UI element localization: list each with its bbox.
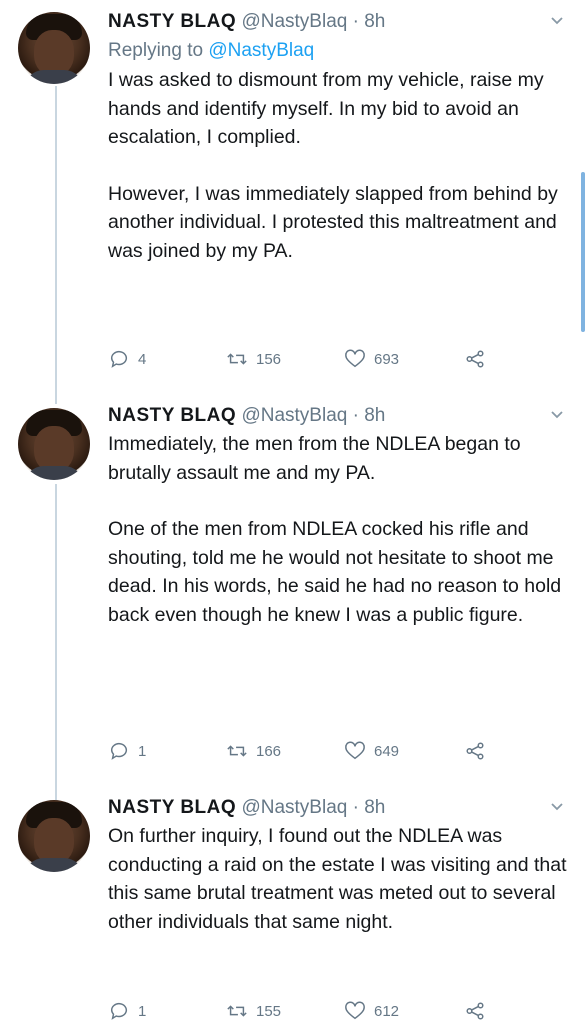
tweet-actions: 1 155 612 bbox=[108, 1000, 508, 1024]
display-name[interactable]: NASTY BLAQ bbox=[108, 797, 236, 818]
thread-line bbox=[55, 484, 57, 800]
avatar[interactable] bbox=[18, 800, 90, 872]
thread-line bbox=[55, 86, 57, 404]
tweet-paragraph: One of the men from NDLEA cocked his rif… bbox=[108, 518, 562, 626]
replying-prefix: Replying to bbox=[108, 40, 204, 61]
like-count: 693 bbox=[374, 350, 400, 368]
reply-button[interactable]: 4 bbox=[108, 348, 146, 370]
retweet-icon bbox=[227, 353, 247, 365]
display-name[interactable]: NASTY BLAQ bbox=[108, 405, 236, 426]
retweet-icon bbox=[227, 745, 247, 757]
reply-count: 1 bbox=[138, 1002, 147, 1020]
like-count: 612 bbox=[374, 1002, 400, 1020]
user-handle[interactable]: @NastyBlaq bbox=[241, 11, 347, 32]
chevron-down-icon[interactable] bbox=[549, 12, 565, 28]
timestamp[interactable]: · 8h bbox=[353, 11, 386, 32]
like-icon bbox=[345, 741, 365, 760]
replying-to: Replying to @NastyBlaq bbox=[108, 38, 571, 64]
retweet-count: 156 bbox=[256, 350, 282, 368]
reply-icon bbox=[110, 742, 127, 760]
chevron-down-icon[interactable] bbox=[549, 798, 565, 814]
tweet-paragraph: However, I was immediately slapped from … bbox=[108, 182, 558, 262]
like-button[interactable]: 649 bbox=[344, 740, 399, 762]
display-name[interactable]: NASTY BLAQ bbox=[108, 11, 236, 32]
reply-button[interactable]: 1 bbox=[108, 1000, 146, 1022]
tweet-header: NASTY BLAQ @NastyBlaq · 8h bbox=[108, 10, 571, 34]
retweet-button[interactable]: 156 bbox=[226, 348, 281, 370]
tweet-actions: 4 156 693 bbox=[108, 348, 508, 372]
tweet-header: NASTY BLAQ @NastyBlaq · 8h bbox=[108, 796, 571, 820]
tweet-paragraph: Immediately, the men from the NDLEA bega… bbox=[108, 433, 521, 484]
share-button[interactable] bbox=[464, 1000, 486, 1022]
reply-count: 4 bbox=[138, 350, 147, 368]
like-icon bbox=[345, 1001, 365, 1020]
reply-icon bbox=[110, 1002, 127, 1020]
avatar[interactable] bbox=[18, 12, 90, 84]
tweet-text: On further inquiry, I found out the NDLE… bbox=[108, 822, 571, 936]
tweet-actions: 1 166 649 bbox=[108, 740, 508, 764]
scrollbar[interactable] bbox=[581, 172, 585, 332]
timestamp[interactable]: · 8h bbox=[353, 797, 386, 818]
retweet-count: 155 bbox=[256, 1002, 282, 1020]
tweet-header: NASTY BLAQ @NastyBlaq · 8h bbox=[108, 404, 571, 428]
share-icon bbox=[466, 1002, 484, 1020]
tweet-paragraph: On further inquiry, I found out the NDLE… bbox=[108, 825, 567, 933]
retweet-icon bbox=[227, 1005, 247, 1017]
reply-icon bbox=[110, 350, 127, 368]
retweet-button[interactable]: 166 bbox=[226, 740, 281, 762]
user-handle[interactable]: @NastyBlaq bbox=[241, 405, 347, 426]
like-count: 649 bbox=[374, 742, 400, 760]
tweet-text: I was asked to dismount from my vehicle,… bbox=[108, 66, 571, 265]
tweet-paragraph: I was asked to dismount from my vehicle,… bbox=[108, 69, 544, 148]
tweet-text: Immediately, the men from the NDLEA bega… bbox=[108, 430, 571, 629]
share-icon bbox=[466, 742, 484, 760]
timestamp[interactable]: · 8h bbox=[353, 405, 386, 426]
retweet-button[interactable]: 155 bbox=[226, 1000, 281, 1022]
like-button[interactable]: 693 bbox=[344, 348, 399, 370]
share-button[interactable] bbox=[464, 348, 486, 370]
retweet-count: 166 bbox=[256, 742, 282, 760]
avatar[interactable] bbox=[18, 408, 90, 480]
replying-handle-link[interactable]: @NastyBlaq bbox=[208, 40, 314, 61]
share-icon bbox=[466, 350, 484, 368]
reply-button[interactable]: 1 bbox=[108, 740, 146, 762]
like-button[interactable]: 612 bbox=[344, 1000, 399, 1022]
chevron-down-icon[interactable] bbox=[549, 406, 565, 422]
share-button[interactable] bbox=[464, 740, 486, 762]
reply-count: 1 bbox=[138, 742, 147, 760]
like-icon bbox=[345, 349, 365, 368]
user-handle[interactable]: @NastyBlaq bbox=[241, 797, 347, 818]
